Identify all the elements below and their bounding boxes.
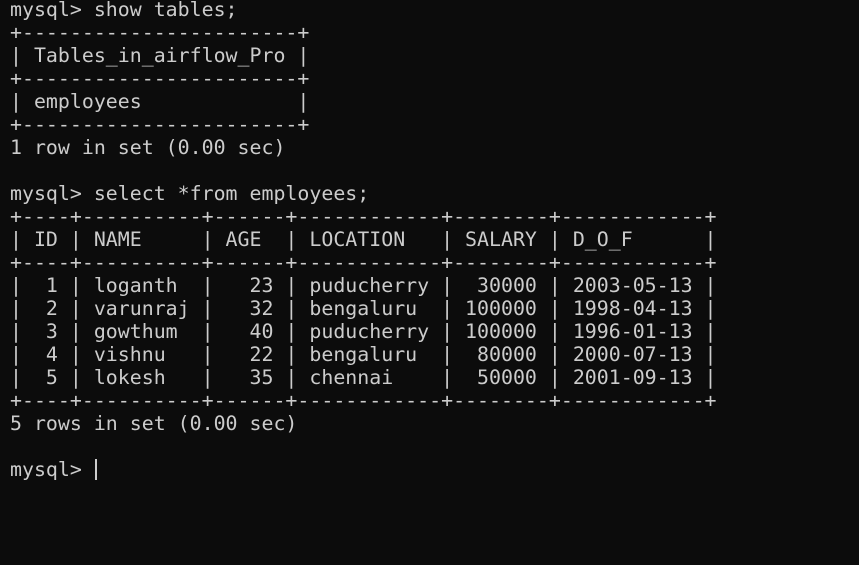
prompt: mysql> <box>10 458 94 481</box>
terminal-line: +----+----------+------+------------+---… <box>10 389 717 412</box>
terminal-line: +-----------------------+ <box>10 21 310 44</box>
terminal-line: +-----------------------+ <box>10 67 310 90</box>
terminal-line: | 3 | gowthum | 40 | puducherry | 100000… <box>10 320 717 343</box>
terminal-line: +-----------------------+ <box>10 113 310 136</box>
terminal-line: | 1 | loganth | 23 | puducherry | 30000 … <box>10 274 717 297</box>
terminal-line: +----+----------+------+------------+---… <box>10 251 717 274</box>
terminal-line: | 5 | lokesh | 35 | chennai | 50000 | 20… <box>10 366 717 389</box>
terminal-line: +----+----------+------+------------+---… <box>10 205 717 228</box>
terminal-line: | employees | <box>10 90 310 113</box>
terminal-line: | 4 | vishnu | 22 | bengaluru | 80000 | … <box>10 343 717 366</box>
terminal-output[interactable]: mysql> show tables; +--------------------… <box>10 0 717 481</box>
terminal-line: 5 rows in set (0.00 sec) <box>10 412 298 435</box>
terminal-line: 1 row in set (0.00 sec) <box>10 136 286 159</box>
terminal-line: | 2 | varunraj | 32 | bengaluru | 100000… <box>10 297 717 320</box>
terminal-line: mysql> select *from employees; <box>10 182 370 205</box>
terminal-line: | Tables_in_airflow_Pro | <box>10 44 310 67</box>
terminal-line: mysql> show tables; <box>10 0 238 21</box>
text-cursor <box>94 459 97 480</box>
terminal-line: | ID | NAME | AGE | LOCATION | SALARY | … <box>10 228 717 251</box>
input-prompt-line[interactable]: mysql> <box>10 458 717 481</box>
